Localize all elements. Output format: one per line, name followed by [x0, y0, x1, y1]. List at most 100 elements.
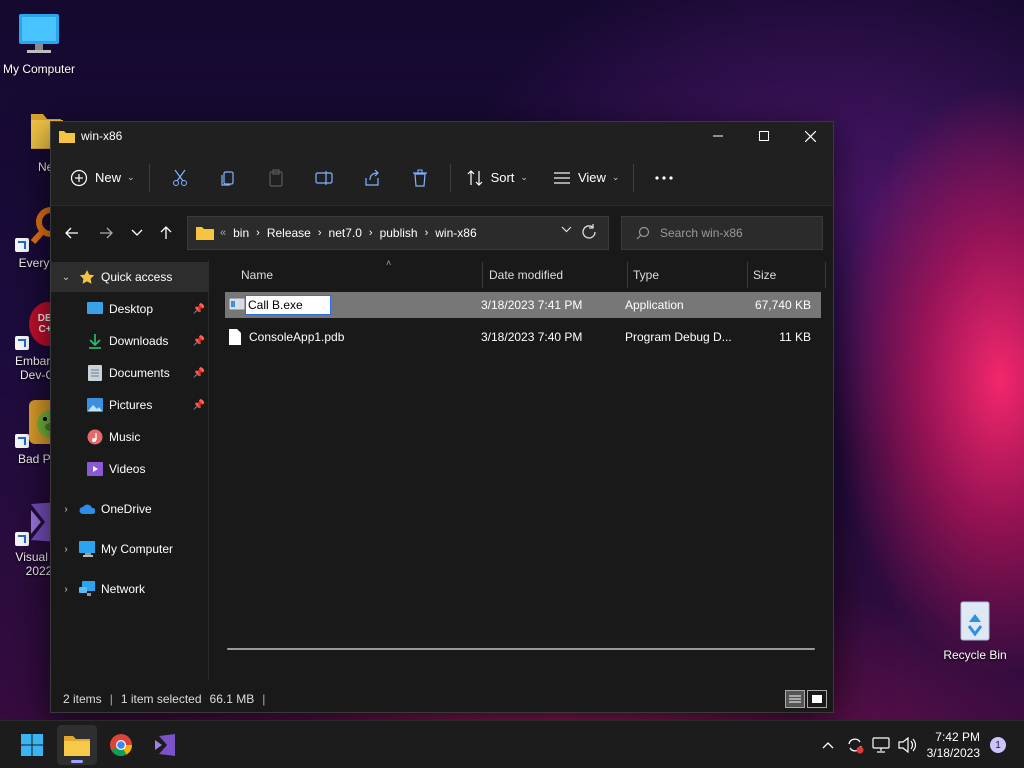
- nav-quick-access[interactable]: ⌄ Quick access: [51, 262, 209, 292]
- search-input[interactable]: [660, 226, 810, 240]
- recent-locations-button[interactable]: [122, 218, 152, 248]
- delete-button[interactable]: [396, 160, 444, 196]
- breadcrumb-bin[interactable]: bin: [233, 226, 249, 240]
- nav-videos[interactable]: Videos: [51, 454, 209, 484]
- breadcrumb-separator-icon[interactable]: ›: [369, 227, 373, 239]
- forward-button[interactable]: [91, 218, 121, 248]
- network-status-icon[interactable]: [868, 737, 894, 753]
- copy-button[interactable]: [204, 160, 252, 196]
- file-row[interactable]: 3/18/2023 7:41 PM Application 67,740 KB: [225, 292, 821, 318]
- column-divider[interactable]: [747, 262, 748, 288]
- breadcrumb-separator-icon[interactable]: ›: [318, 227, 322, 239]
- file-row[interactable]: ConsoleApp1.pdb 3/18/2023 7:40 PM Progra…: [225, 324, 821, 350]
- taskbar-file-explorer[interactable]: [57, 725, 97, 765]
- rename-button[interactable]: [300, 160, 348, 196]
- rename-input[interactable]: [245, 295, 331, 315]
- expand-chevron-icon[interactable]: ›: [61, 544, 71, 555]
- up-button[interactable]: [151, 218, 181, 248]
- column-header-size[interactable]: Size: [753, 260, 776, 290]
- search-icon: [636, 226, 650, 240]
- notification-badge[interactable]: 1: [990, 737, 1006, 753]
- nav-onedrive[interactable]: › OneDrive: [51, 494, 209, 524]
- pin-icon[interactable]: 📌: [193, 368, 205, 379]
- breadcrumb-win-x86[interactable]: win-x86: [435, 226, 476, 240]
- nav-desktop[interactable]: Desktop 📌: [51, 294, 209, 324]
- view-button[interactable]: View ⌄: [544, 160, 628, 196]
- file-name: ConsoleApp1.pdb: [249, 330, 345, 344]
- visual-studio-icon: [155, 734, 175, 756]
- column-header-type[interactable]: Type: [633, 260, 659, 290]
- column-divider[interactable]: [627, 262, 628, 288]
- nav-downloads[interactable]: Downloads 📌: [51, 326, 209, 356]
- paste-button[interactable]: [252, 160, 300, 196]
- sort-button[interactable]: Sort ⌄: [457, 160, 536, 196]
- show-hidden-icons-button[interactable]: [818, 741, 838, 749]
- nav-documents[interactable]: Documents 📌: [51, 358, 209, 388]
- trash-icon: [412, 169, 427, 187]
- share-button[interactable]: [348, 160, 396, 196]
- search-box[interactable]: [621, 216, 823, 250]
- tiles-view-toggle[interactable]: [807, 690, 827, 708]
- close-button[interactable]: [787, 122, 833, 150]
- breadcrumb-separator-icon[interactable]: ›: [256, 227, 260, 239]
- minimize-button[interactable]: [695, 122, 741, 150]
- new-button[interactable]: New ⌄: [61, 160, 143, 196]
- column-header-name[interactable]: Name ˄: [241, 258, 391, 290]
- nav-pictures[interactable]: Pictures 📌: [51, 390, 209, 420]
- column-divider[interactable]: [825, 262, 826, 288]
- cut-button[interactable]: [156, 160, 204, 196]
- monitor-icon: [15, 10, 63, 58]
- horizontal-scrollbar[interactable]: [227, 648, 815, 650]
- taskbar-clock[interactable]: 7:42 PM 3/18/2023: [927, 729, 980, 761]
- file-icon: [229, 329, 243, 345]
- file-explorer-window[interactable]: win-x86 New ⌄ Sort ⌄ View ⌄ « bin › Rele…: [50, 121, 834, 713]
- desktop-icon: [87, 301, 103, 317]
- expand-chevron-icon[interactable]: ›: [61, 584, 71, 595]
- column-header-label: Date modified: [489, 268, 564, 282]
- column-header-date[interactable]: Date modified: [489, 260, 563, 290]
- refresh-icon: [582, 224, 596, 239]
- collapse-chevron-icon[interactable]: ⌄: [61, 272, 71, 283]
- taskbar-chrome[interactable]: [101, 725, 141, 765]
- status-bar: 2 items | 1 item selected 66.1 MB |: [51, 686, 833, 712]
- details-view-toggle[interactable]: [785, 690, 805, 708]
- rename-icon: [314, 170, 333, 185]
- pin-icon[interactable]: 📌: [193, 336, 205, 347]
- breadcrumb-release[interactable]: Release: [267, 226, 311, 240]
- address-dropdown-button[interactable]: [561, 225, 572, 236]
- breadcrumb-overflow[interactable]: «: [220, 227, 226, 239]
- nav-my-computer[interactable]: › My Computer: [51, 534, 209, 564]
- nav-network[interactable]: › Network: [51, 574, 209, 604]
- nav-music[interactable]: Music: [51, 422, 209, 452]
- breadcrumb-publish[interactable]: publish: [380, 226, 418, 240]
- column-divider[interactable]: [482, 262, 483, 288]
- copy-icon: [220, 170, 234, 186]
- start-button[interactable]: [12, 725, 52, 765]
- maximize-button[interactable]: [741, 122, 787, 150]
- more-options-button[interactable]: [640, 160, 688, 196]
- taskbar-visual-studio[interactable]: [145, 725, 185, 765]
- music-icon: [87, 429, 103, 445]
- breadcrumb-net7[interactable]: net7.0: [329, 226, 362, 240]
- sort-icon: [465, 168, 485, 188]
- pin-icon[interactable]: 📌: [193, 400, 205, 411]
- selection-size: 66.1 MB: [209, 692, 255, 706]
- chevron-down-icon: [131, 229, 143, 236]
- expand-chevron-icon[interactable]: ›: [61, 504, 71, 515]
- shortcut-arrow-icon: [15, 434, 29, 448]
- desktop-icon-recycle-bin[interactable]: Recycle Bin: [936, 596, 1014, 662]
- nav-label: Downloads: [109, 334, 169, 348]
- column-header-label: Size: [753, 268, 777, 282]
- title-bar[interactable]: win-x86: [51, 122, 833, 150]
- refresh-button[interactable]: [580, 223, 600, 243]
- address-bar[interactable]: « bin › Release › net7.0 › publish › win…: [187, 216, 609, 250]
- sync-status-icon[interactable]: [842, 736, 868, 754]
- desktop-icon-my-computer[interactable]: My Computer: [0, 10, 78, 76]
- nav-label: Music: [109, 430, 141, 444]
- back-button[interactable]: [57, 218, 87, 248]
- volume-icon[interactable]: [894, 737, 920, 753]
- chrome-icon: [110, 734, 132, 756]
- chevron-down-icon: ⌄: [520, 172, 528, 182]
- breadcrumb-separator-icon[interactable]: ›: [425, 227, 429, 239]
- pin-icon[interactable]: 📌: [193, 304, 205, 315]
